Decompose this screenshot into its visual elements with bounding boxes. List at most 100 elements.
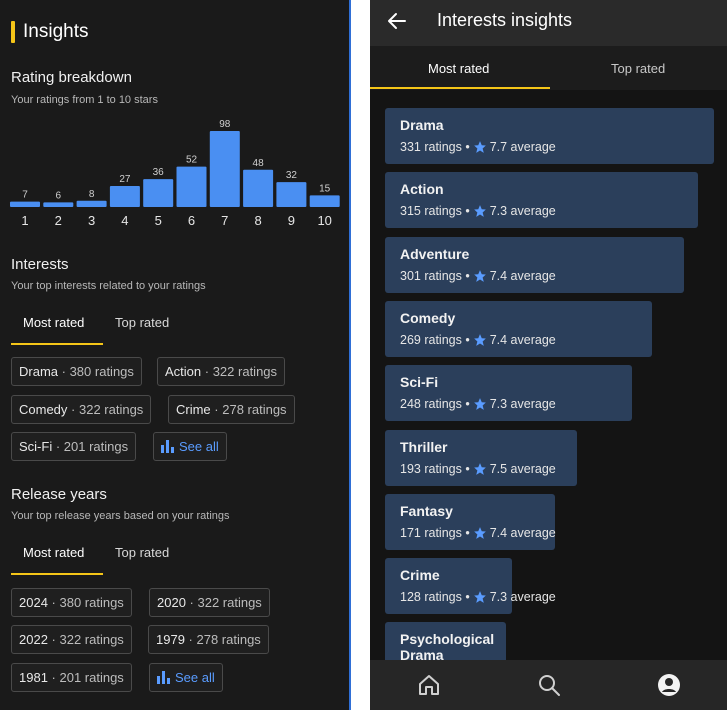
interest-card[interactable]: Action 315 ratings • 7.3 average	[385, 172, 698, 229]
chip-label: 2024	[19, 595, 48, 610]
release-years-heading: Release years	[11, 486, 107, 503]
interest-name: Sci-Fi	[400, 374, 439, 391]
interest-chip-comedy[interactable]: Comedy · 322 ratings	[11, 395, 152, 424]
interest-chip-drama[interactable]: Drama · 380 ratings	[11, 357, 142, 386]
tab-years-most-rated[interactable]: Most rated	[23, 545, 84, 560]
tab-top-rated[interactable]: Top rated	[611, 61, 665, 76]
page-title: Insights	[23, 21, 89, 42]
ratings-count: 193 ratings •	[400, 461, 470, 476]
back-arrow-icon[interactable]	[387, 11, 407, 31]
bar-value-label: 36	[153, 167, 165, 178]
ratings-count: 301 ratings •	[400, 268, 470, 283]
interest-meta: 248 ratings • 7.3 average	[400, 397, 556, 411]
tab-indicator	[11, 343, 103, 345]
bottom-navigation	[370, 660, 727, 710]
chip-count: · 201 ratings	[55, 439, 129, 454]
ratings-count: 331 ratings •	[400, 140, 470, 154]
interest-card[interactable]: Crime 128 ratings • 7.3 average	[385, 558, 556, 615]
average-rating: 7.4 average	[489, 332, 556, 347]
bar-value-label: 48	[253, 158, 265, 169]
ratings-count: 315 ratings •	[400, 204, 470, 219]
rating-breakdown-chart: 7 1 6 2 8 3 27 4 36 5 52 6 98 7 48 8 32 9 15 10	[10, 119, 340, 228]
average-rating: 7.3 average	[489, 397, 556, 412]
star-icon	[473, 462, 486, 475]
chip-label: Action	[165, 364, 202, 379]
search-icon[interactable]	[537, 673, 561, 697]
chip-count: · 278 ratings	[188, 632, 261, 647]
chip-label: Sci-Fi	[19, 439, 53, 454]
interest-meta: 269 ratings • 7.4 average	[400, 333, 556, 347]
insights-tabs: Most rated Top rated	[370, 46, 727, 90]
interest-card[interactable]: Thriller 193 ratings • 7.5 average	[385, 429, 577, 486]
tab-most-rated[interactable]: Most rated	[428, 61, 489, 76]
interests-see-all-button[interactable]: See all	[153, 432, 227, 461]
interest-meta: 315 ratings • 7.3 average	[400, 204, 556, 218]
x-tick-label: 1	[21, 213, 28, 228]
year-chip-2024[interactable]: 2024 · 380 ratings	[11, 588, 132, 617]
interests-insights-screen: Interests insights Most rated Top rated …	[370, 0, 727, 710]
chip-count: · 322 ratings	[51, 632, 124, 647]
year-chip-2020[interactable]: 2020 · 322 ratings	[149, 588, 270, 617]
bar-1	[10, 201, 40, 207]
average-rating: 7.4 average	[489, 525, 556, 540]
average-rating: 7.3 average	[489, 204, 556, 219]
interest-name: Action	[400, 181, 444, 198]
year-chip-1979[interactable]: 1979 · 278 ratings	[148, 625, 269, 654]
interests-subtitle: Your top interests related to your ratin…	[11, 280, 206, 292]
star-icon	[473, 334, 486, 346]
x-tick-label: 8	[254, 213, 261, 228]
x-tick-label: 7	[221, 213, 228, 228]
bar-9	[276, 182, 307, 207]
tab-interests-most-rated[interactable]: Most rated	[23, 315, 84, 330]
interest-card[interactable]: Fantasy 171 ratings • 7.4 average	[385, 493, 556, 550]
average-rating: 7.5 average	[489, 461, 556, 476]
chip-count: · 278 ratings	[214, 402, 287, 417]
interest-name: Adventure	[400, 245, 470, 262]
ratings-count: 269 ratings •	[400, 332, 470, 347]
chip-count: · 380 ratings	[61, 364, 134, 379]
interest-chip-scifi[interactable]: Sci-Fi · 201 ratings	[11, 432, 137, 461]
ratings-count: 248 ratings •	[400, 397, 470, 412]
star-icon	[473, 526, 486, 539]
interest-meta: 171 ratings • 7.4 average	[400, 526, 556, 540]
interest-meta: 331 ratings • 7.7 average	[400, 140, 556, 154]
ratings-count: 128 ratings •	[400, 590, 470, 605]
x-tick-label: 5	[155, 213, 162, 228]
bar-value-label: 8	[89, 189, 95, 200]
rating-breakdown-heading: Rating breakdown	[11, 69, 132, 86]
years-see-all-button[interactable]: See all	[149, 663, 223, 692]
bar-5	[143, 179, 174, 207]
interest-card[interactable]: Drama 331 ratings • 7.7 average	[385, 108, 714, 164]
x-tick-label: 3	[88, 213, 95, 228]
star-icon	[473, 398, 486, 411]
x-tick-label: 2	[55, 213, 62, 228]
interest-card[interactable]: Adventure 301 ratings • 7.4 average	[385, 236, 684, 293]
star-icon	[473, 269, 486, 282]
bar-chart-icon	[157, 671, 170, 684]
rating-breakdown-subtitle: Your ratings from 1 to 10 stars	[11, 94, 158, 106]
chip-count: · 322 ratings	[189, 595, 262, 610]
tab-indicator	[370, 87, 550, 89]
home-icon[interactable]	[417, 673, 441, 697]
x-tick-label: 9	[288, 213, 295, 228]
profile-icon[interactable]	[657, 673, 681, 697]
ratings-count: 171 ratings •	[400, 525, 470, 540]
chip-label: 2022	[19, 632, 48, 647]
bar-value-label: 27	[119, 174, 131, 185]
tab-years-top-rated[interactable]: Top rated	[115, 545, 169, 560]
interest-chip-action[interactable]: Action · 322 ratings	[157, 357, 286, 386]
interests-heading: Interests	[11, 256, 69, 273]
interest-chip-crime[interactable]: Crime · 278 ratings	[168, 395, 295, 424]
bar-10	[309, 195, 340, 207]
year-chip-1981[interactable]: 1981 · 201 ratings	[11, 663, 132, 692]
interest-card[interactable]: Sci-Fi 248 ratings • 7.3 average	[385, 365, 632, 422]
interest-name: Psychological Drama	[400, 631, 495, 660]
average-rating: 7.3 average	[489, 590, 556, 605]
chip-count: · 201 ratings	[51, 670, 124, 685]
interest-card[interactable]: Comedy 269 ratings • 7.4 average	[385, 300, 652, 357]
interest-card[interactable]: Psychological Drama	[385, 622, 506, 660]
tab-interests-top-rated[interactable]: Top rated	[115, 315, 169, 330]
interest-name: Comedy	[400, 309, 456, 326]
bar-3	[76, 200, 107, 207]
year-chip-2022[interactable]: 2022 · 322 ratings	[11, 625, 132, 654]
